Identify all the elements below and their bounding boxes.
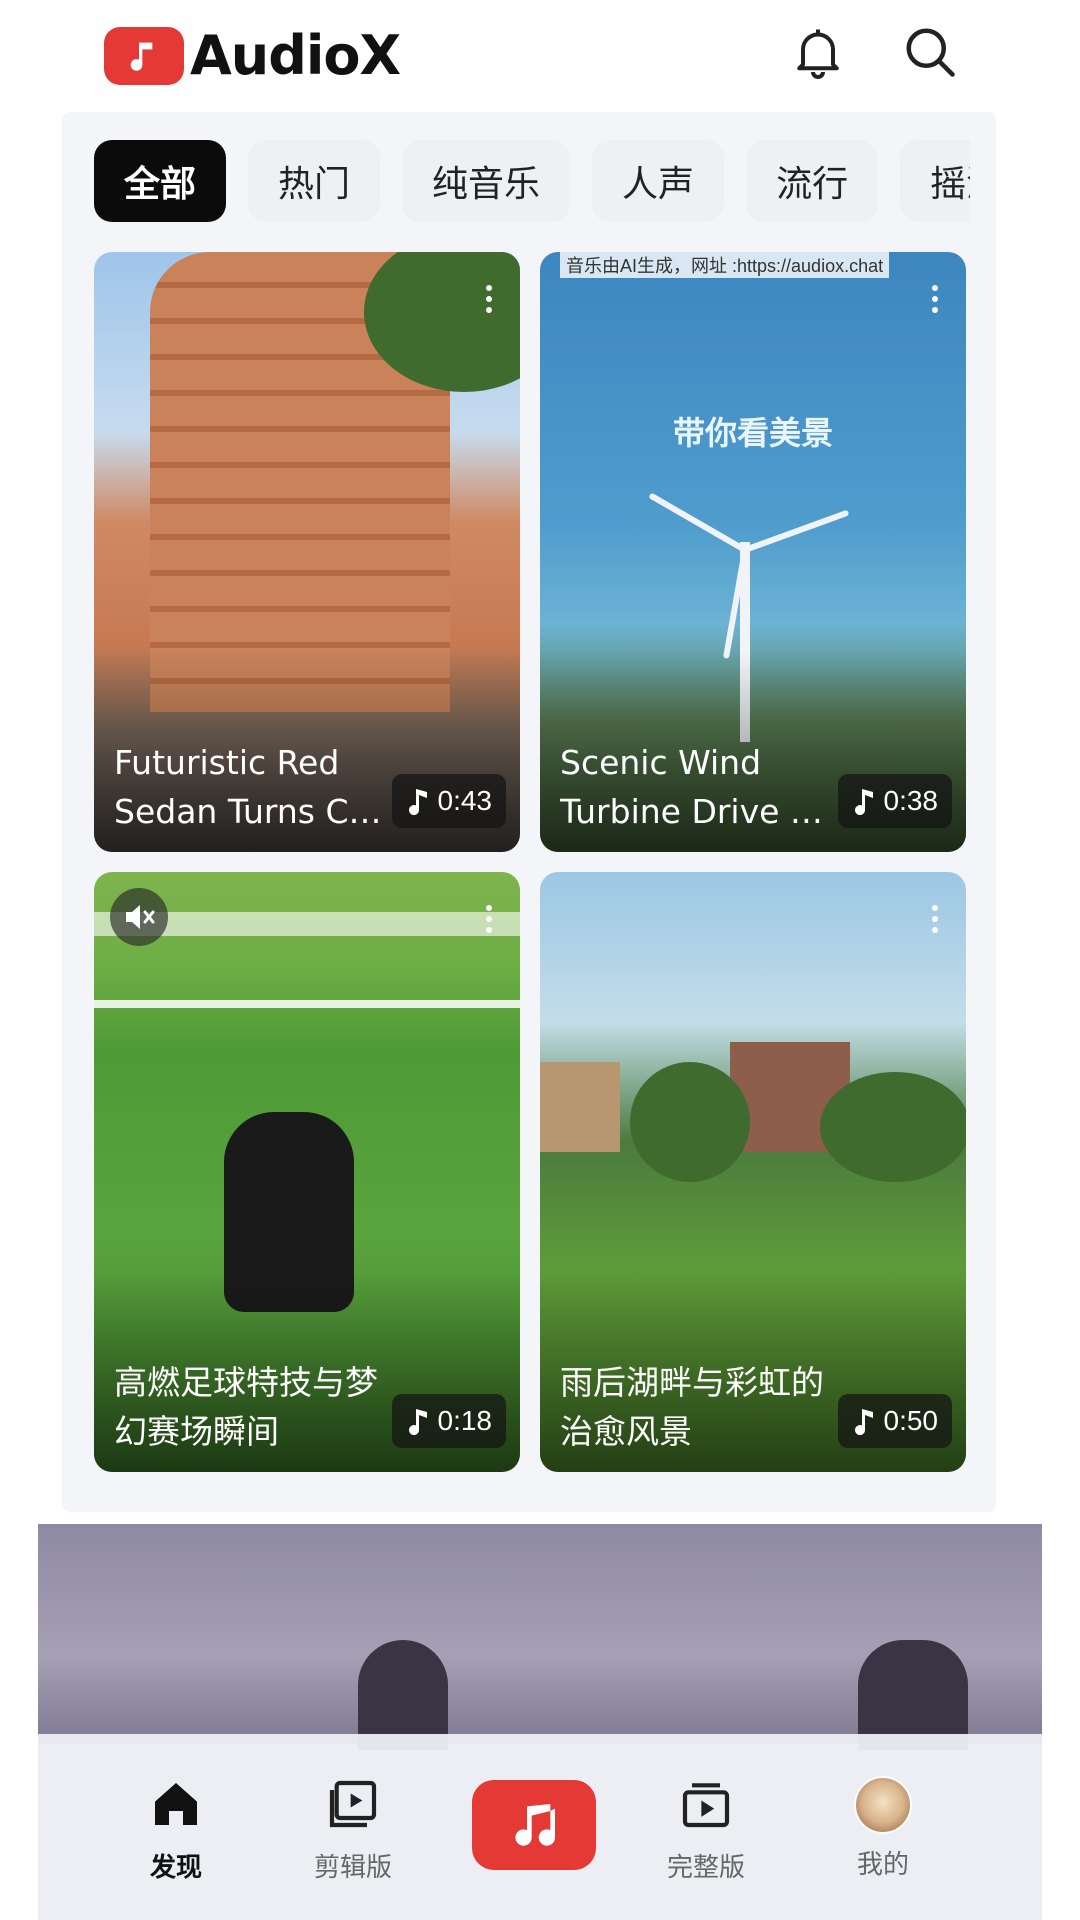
tab-rock[interactable]: 摇滚 [900, 140, 970, 222]
music-note-icon [408, 1409, 427, 1435]
avatar [854, 1776, 912, 1834]
card-title-line: 高燃足球特技与梦 [114, 1363, 378, 1402]
turbine-blade [743, 509, 850, 553]
nav-discover[interactable]: 发现 [106, 1776, 246, 1884]
nav-clips[interactable]: 剪辑版 [283, 1776, 423, 1884]
mute-icon[interactable] [110, 888, 168, 946]
card-title-line: Sedan Turns Ci… [114, 792, 384, 831]
nav-profile[interactable]: 我的 [813, 1776, 953, 1881]
music-note-icon [854, 789, 873, 815]
category-tabs: 全部 热门 纯音乐 人声 流行 摇滚 [94, 140, 970, 222]
watermark-text: 音乐由AI生成，网址 :https://audiox.chat [560, 252, 890, 278]
duration-text: 0:18 [437, 1405, 493, 1436]
duration-badge: 0:43 [391, 774, 506, 828]
field-line [94, 1000, 520, 1008]
tab-all[interactable]: 全部 [94, 140, 227, 222]
card-title-line: 雨后湖畔与彩虹的 [560, 1363, 824, 1402]
nav-label: 我的 [856, 1850, 909, 1880]
nav-label: 剪辑版 [313, 1853, 392, 1883]
bell-icon[interactable] [788, 22, 848, 82]
video-card[interactable]: 音乐由AI生成，网址 :https://audiox.chat 带你看美景 Sc… [540, 252, 966, 852]
music-note-icon [854, 1409, 873, 1435]
nav-full-version[interactable]: 完整版 [636, 1776, 776, 1884]
tree-decoration [630, 1062, 750, 1182]
tab-hot[interactable]: 热门 [248, 140, 381, 222]
music-note-icon [104, 26, 184, 85]
video-clip-icon [329, 1780, 377, 1828]
duration-text: 0:38 [883, 785, 939, 816]
tab-vocal[interactable]: 人声 [592, 140, 725, 222]
video-library-icon [682, 1783, 730, 1828]
home-icon [155, 1783, 197, 1825]
app-header: AudioX [0, 0, 1080, 112]
duration-badge: 0:38 [837, 774, 952, 828]
card-title: Futuristic Red Sedan Turns Ci… [114, 738, 384, 836]
turbine-blade [648, 492, 747, 553]
video-card[interactable]: Futuristic Red Sedan Turns Ci… 0:43 [94, 252, 520, 852]
duration-badge: 0:50 [837, 1394, 952, 1448]
card-title-line: Scenic Wind [560, 743, 762, 782]
card-title-line: Turbine Drive T… [560, 792, 830, 831]
duration-text: 0:50 [883, 1405, 939, 1436]
card-title-line: 治愈风景 [560, 1412, 692, 1451]
tab-pop[interactable]: 流行 [746, 140, 879, 222]
tree-decoration [820, 1072, 966, 1182]
card-title: Scenic Wind Turbine Drive T… [560, 738, 830, 836]
app-name: AudioX [190, 24, 401, 87]
featured-banner[interactable] [38, 1524, 1042, 1750]
duration-badge: 0:18 [391, 1394, 506, 1448]
nav-label: 发现 [149, 1853, 202, 1883]
more-options-icon[interactable] [484, 904, 494, 934]
nav-label: 完整版 [666, 1853, 745, 1883]
tab-instrumental[interactable]: 纯音乐 [402, 140, 571, 222]
house-decoration [540, 1062, 620, 1152]
search-icon[interactable] [900, 22, 960, 82]
bottom-nav: 发现 剪辑版 完整版 我的 [38, 1734, 1042, 1920]
video-card[interactable]: 雨后湖畔与彩虹的 治愈风景 0:50 [540, 872, 966, 1472]
music-note-icon [408, 789, 427, 815]
duration-text: 0:43 [437, 785, 493, 816]
more-options-icon[interactable] [484, 284, 494, 314]
more-options-icon[interactable] [930, 284, 940, 314]
app-logo[interactable]: AudioX [104, 24, 401, 87]
card-title-line: 幻赛场瞬间 [114, 1412, 279, 1451]
card-title: 高燃足球特技与梦 幻赛场瞬间 [114, 1358, 384, 1456]
create-music-button[interactable] [472, 1780, 596, 1870]
video-card[interactable]: 高燃足球特技与梦 幻赛场瞬间 0:18 [94, 872, 520, 1472]
card-title-line: Futuristic Red [114, 743, 340, 782]
music-note-icon [515, 1804, 556, 1846]
overlay-caption: 带你看美景 [672, 414, 833, 452]
card-title: 雨后湖畔与彩虹的 治愈风景 [560, 1358, 830, 1456]
more-options-icon[interactable] [930, 904, 940, 934]
